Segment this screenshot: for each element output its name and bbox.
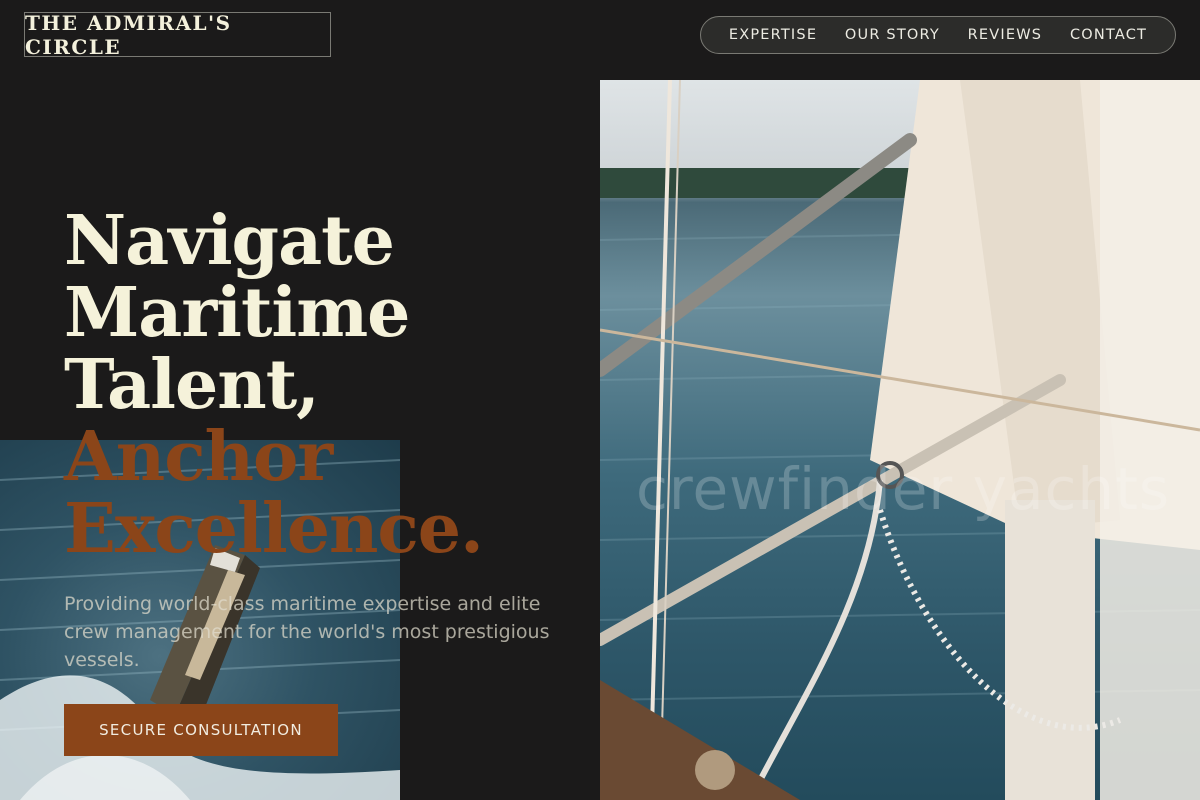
hero-headline: Navigate Maritime Talent, Anchor Excelle…: [64, 201, 484, 569]
headline-line-1: Navigate: [64, 201, 395, 281]
headline-accent-line-1: Anchor: [64, 417, 333, 497]
secure-consultation-button[interactable]: SECURE CONSULTATION: [64, 704, 338, 756]
headline-line-2: Maritime: [64, 273, 410, 353]
site-logo[interactable]: THE ADMIRAL'S CIRCLE: [24, 11, 331, 59]
hero-image-sailboat: [600, 80, 1200, 800]
nav-link-contact[interactable]: CONTACT: [1070, 27, 1147, 43]
watermark-text: crewfinder yachts: [636, 455, 1171, 523]
nav-link-reviews[interactable]: REVIEWS: [968, 27, 1043, 43]
hero-subtext: Providing world-class maritime expertise…: [64, 593, 550, 671]
nav-link-our-story[interactable]: OUR STORY: [845, 27, 940, 43]
main-nav: EXPERTISE OUR STORY REVIEWS CONTACT: [700, 16, 1176, 54]
headline-accent-line-2: Excellence.: [64, 489, 484, 569]
nav-link-expertise[interactable]: EXPERTISE: [729, 27, 817, 43]
headline-line-3: Talent,: [64, 345, 320, 425]
